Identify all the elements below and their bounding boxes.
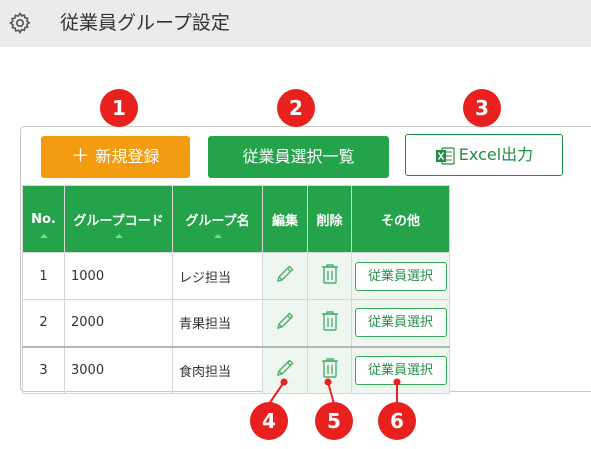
- table-header-row: No. グループコード グループ名 編集 削除 その他: [22, 185, 450, 253]
- row-group-code: 3000: [64, 345, 173, 394]
- trash-icon[interactable]: [319, 262, 341, 286]
- table-row: 2 2000 青果担当 従業員選択: [22, 299, 450, 347]
- column-header-label: No.: [31, 211, 56, 227]
- column-header-edit: 編集: [262, 185, 308, 253]
- employee-select-button[interactable]: 従業員選択: [354, 355, 447, 385]
- column-header-label: グループコード: [73, 213, 164, 229]
- column-header-label: 削除: [316, 213, 343, 229]
- gear-icon: [9, 12, 31, 35]
- row-group-code: 1000: [64, 252, 173, 300]
- column-header-delete: 削除: [307, 185, 352, 253]
- column-header-group-code[interactable]: グループコード: [64, 185, 173, 253]
- employee-select-button[interactable]: 従業員選択: [354, 261, 447, 291]
- callout-marker-1: 1: [100, 89, 138, 127]
- column-header-other: その他: [351, 185, 450, 253]
- page-title: 従業員グループ設定: [60, 12, 230, 34]
- other-cell: 従業員選択: [351, 299, 450, 347]
- column-header-label: 編集: [271, 213, 298, 229]
- excel-export-button[interactable]: Excel出力: [405, 134, 563, 176]
- edit-cell: [262, 345, 308, 394]
- delete-cell: [307, 299, 352, 347]
- row-group-name: 青果担当: [172, 299, 263, 347]
- row-group-code: 2000: [64, 299, 173, 347]
- column-header-label: その他: [380, 213, 420, 229]
- other-cell: 従業員選択: [351, 252, 450, 300]
- edit-cell: [262, 252, 308, 300]
- trash-icon[interactable]: [319, 309, 341, 333]
- page: 従業員グループ設定 ＋ 新規登録 従業員選択一覧 Excel出力 No. グループ…: [0, 0, 591, 449]
- other-cell: 従業員選択: [351, 345, 450, 394]
- callout-marker-3: 3: [463, 89, 501, 127]
- callout-marker-2: 2: [277, 89, 315, 127]
- plus-icon: ＋: [71, 146, 90, 167]
- employee-selection-list-button[interactable]: 従業員選択一覧: [208, 136, 389, 178]
- row-group-name: 食肉担当: [172, 345, 263, 394]
- trash-icon[interactable]: [319, 356, 341, 380]
- sort-arrow-icon: [213, 234, 222, 238]
- group-table: No. グループコード グループ名 編集 削除 その他 1 1000 レジ担当: [22, 185, 450, 394]
- callout-marker-6: 6: [378, 402, 416, 440]
- edit-cell: [262, 299, 308, 347]
- title-bar: 従業員グループ設定: [0, 0, 591, 47]
- pencil-icon[interactable]: [274, 357, 296, 379]
- column-header-no[interactable]: No.: [22, 185, 65, 253]
- column-header-group-name[interactable]: グループ名: [172, 185, 263, 253]
- column-header-label: グループ名: [185, 213, 250, 229]
- row-no: 2: [22, 299, 65, 347]
- pencil-icon[interactable]: [274, 263, 296, 285]
- row-group-name: レジ担当: [172, 252, 263, 300]
- row-no: 1: [22, 252, 65, 300]
- new-register-button[interactable]: ＋ 新規登録: [41, 136, 190, 178]
- sort-arrow-icon: [114, 234, 123, 238]
- excel-export-label: Excel出力: [458, 145, 534, 164]
- table-row: 3 3000 食肉担当 従業員選択: [22, 345, 450, 394]
- new-register-label: 新規登録: [95, 147, 160, 166]
- pencil-icon[interactable]: [274, 310, 296, 332]
- employee-select-button[interactable]: 従業員選択: [354, 308, 447, 338]
- sort-arrow-icon: [39, 234, 48, 238]
- employee-selection-list-label: 従業員選択一覧: [242, 147, 355, 166]
- table-row: 1 1000 レジ担当 従業員選択: [22, 252, 450, 300]
- row-no: 3: [22, 345, 65, 394]
- callout-marker-4: 4: [250, 402, 288, 440]
- delete-cell: [307, 345, 352, 394]
- callout-marker-5: 5: [315, 402, 353, 440]
- excel-icon: [435, 146, 455, 165]
- delete-cell: [307, 252, 352, 300]
